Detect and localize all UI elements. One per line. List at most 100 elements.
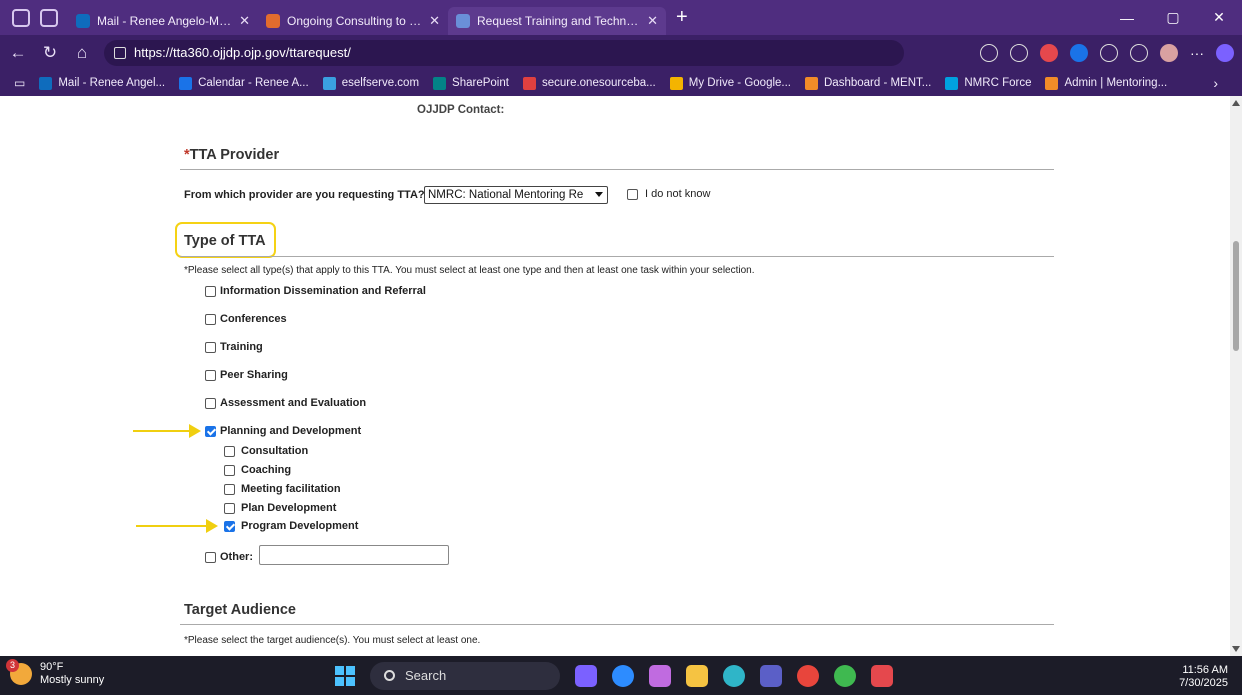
new-tab-button[interactable]: + xyxy=(676,6,688,29)
type-conferences[interactable]: Conferences xyxy=(205,313,287,325)
annotation-arrow xyxy=(136,519,218,533)
checkbox-checked[interactable] xyxy=(224,520,235,532)
bookmark-admin[interactable]: Admin | Mentoring... xyxy=(1045,76,1167,90)
temperature: 90°F xyxy=(40,661,64,673)
checkbox[interactable] xyxy=(224,502,235,514)
extension-blue-icon[interactable] xyxy=(1070,43,1088,62)
type-peer-sharing[interactable]: Peer Sharing xyxy=(205,369,288,381)
taskbar-search[interactable]: Search xyxy=(370,661,560,690)
checkbox[interactable] xyxy=(224,464,235,476)
more-icon[interactable]: ··· xyxy=(1190,45,1204,61)
bookmark-my-drive[interactable]: My Drive - Google... xyxy=(669,76,791,90)
weather-widget[interactable]: 3 90°F Mostly sunny xyxy=(6,659,104,687)
type-instructions: *Please select all type(s) that apply to… xyxy=(184,265,755,276)
home-icon[interactable]: ⌂ xyxy=(68,43,96,63)
mentor-icon xyxy=(266,14,280,28)
annotation-arrow xyxy=(133,424,201,438)
checkbox[interactable] xyxy=(205,369,216,381)
url-field[interactable]: https://tta360.ojjdp.ojp.gov/ttarequest/ xyxy=(104,39,904,66)
edge-icon[interactable] xyxy=(723,664,745,687)
checkbox[interactable] xyxy=(205,341,216,353)
checkbox-checked[interactable] xyxy=(205,425,216,437)
task-consultation[interactable]: Consultation xyxy=(224,445,308,457)
bookmark-dashboard[interactable]: Dashboard - MENT... xyxy=(805,76,931,90)
tab-actions-icon[interactable] xyxy=(40,8,58,27)
scroll-down-icon[interactable] xyxy=(1232,646,1240,652)
bookmark-onesource[interactable]: secure.onesourceba... xyxy=(522,76,656,90)
task-plan-development[interactable]: Plan Development xyxy=(224,502,336,514)
favorite-star-icon[interactable] xyxy=(1010,43,1028,62)
checkbox[interactable] xyxy=(224,445,235,457)
type-assessment-evaluation[interactable]: Assessment and Evaluation xyxy=(205,397,366,409)
page-content: OJJDP Contact: *TTA Provider From which … xyxy=(0,96,1230,656)
app-red-icon[interactable] xyxy=(871,664,893,687)
copilot-icon[interactable] xyxy=(1216,43,1234,62)
refresh-icon[interactable]: ↻ xyxy=(36,43,64,63)
outlook-icon xyxy=(39,76,53,90)
close-window-button[interactable]: ✕ xyxy=(1196,9,1242,26)
close-icon[interactable]: ✕ xyxy=(429,13,440,29)
profile-avatar[interactable] xyxy=(1160,43,1178,62)
extensions-icon[interactable] xyxy=(1100,43,1118,62)
tab-mail[interactable]: Mail - Renee Angelo-Mauk - Outl ✕ xyxy=(68,7,258,35)
window-controls: — ▢ ✕ xyxy=(1104,0,1242,35)
bookmark-nmrc-force[interactable]: NMRC Force xyxy=(945,76,1031,90)
toolbar-icons: ··· xyxy=(980,35,1234,70)
calendar-icon xyxy=(179,76,193,90)
extension-red-icon[interactable] xyxy=(1040,43,1058,62)
salesforce-icon xyxy=(945,76,959,90)
favorites-icon[interactable] xyxy=(1130,43,1148,62)
chevron-right-icon[interactable]: › xyxy=(1213,75,1218,91)
mentor-icon xyxy=(1045,76,1059,90)
teams-icon[interactable] xyxy=(760,664,782,687)
chrome-icon[interactable] xyxy=(797,664,819,687)
task-coaching[interactable]: Coaching xyxy=(224,464,291,476)
reader-icon[interactable] xyxy=(980,43,998,62)
mentor-icon xyxy=(805,76,818,90)
checkbox[interactable] xyxy=(205,551,216,563)
workspaces-icon[interactable] xyxy=(12,8,30,27)
page-scrollbar[interactable] xyxy=(1230,96,1242,656)
bookmark-eselfserve[interactable]: eselfserve.com xyxy=(322,76,419,90)
divider xyxy=(180,169,1054,170)
close-icon[interactable]: ✕ xyxy=(647,13,658,29)
ojjdp-contact-label: OJJDP Contact: xyxy=(417,104,505,116)
type-training[interactable]: Training xyxy=(205,341,263,353)
maximize-button[interactable]: ▢ xyxy=(1150,9,1196,26)
checkbox[interactable] xyxy=(205,397,216,409)
task-program-development[interactable]: Program Development xyxy=(224,520,358,532)
task-meeting-facilitation[interactable]: Meeting facilitation xyxy=(224,483,341,495)
bookmark-calendar[interactable]: Calendar - Renee A... xyxy=(179,76,309,90)
type-planning-development[interactable]: Planning and Development xyxy=(205,425,361,437)
divider xyxy=(180,624,1054,625)
type-other[interactable]: Other: xyxy=(205,551,253,563)
tab-request-training[interactable]: Request Training and Technical As ✕ xyxy=(448,7,666,35)
minimize-button[interactable]: — xyxy=(1104,10,1150,26)
type-information-dissemination[interactable]: Information Dissemination and Referral xyxy=(205,285,426,297)
dont-know-option[interactable]: I do not know xyxy=(627,188,710,200)
tab-ongoing-consulting[interactable]: Ongoing Consulting to Support M ✕ xyxy=(258,7,448,35)
windows-start-icon[interactable] xyxy=(335,665,355,686)
bookmark-sharepoint[interactable]: SharePoint xyxy=(433,76,509,90)
app-green-icon[interactable] xyxy=(834,664,856,687)
scrollbar-thumb[interactable] xyxy=(1233,241,1239,351)
other-text-input[interactable] xyxy=(259,545,449,565)
sidebar-toggle-icon[interactable]: ▭ xyxy=(14,76,25,90)
back-icon[interactable]: ← xyxy=(4,43,32,63)
checkmark-icon xyxy=(522,76,536,90)
browser-tab-bar: Mail - Renee Angelo-Mauk - Outl ✕ Ongoin… xyxy=(0,0,1242,35)
system-clock[interactable]: 11:56 AM 7/30/2025 xyxy=(1179,664,1228,690)
snipping-icon[interactable] xyxy=(649,664,671,687)
zoom-icon[interactable] xyxy=(612,664,634,687)
checkbox[interactable] xyxy=(224,483,235,495)
chevron-down-icon xyxy=(595,192,603,197)
dont-know-checkbox[interactable] xyxy=(627,188,638,200)
file-explorer-icon[interactable] xyxy=(686,664,708,687)
scroll-up-icon[interactable] xyxy=(1232,100,1240,106)
provider-select[interactable]: NMRC: National Mentoring Re xyxy=(424,186,608,204)
checkbox[interactable] xyxy=(205,313,216,325)
copilot-icon[interactable] xyxy=(575,664,597,687)
checkbox[interactable] xyxy=(205,285,216,297)
close-icon[interactable]: ✕ xyxy=(239,13,250,29)
bookmark-mail[interactable]: Mail - Renee Angel... xyxy=(39,76,165,90)
